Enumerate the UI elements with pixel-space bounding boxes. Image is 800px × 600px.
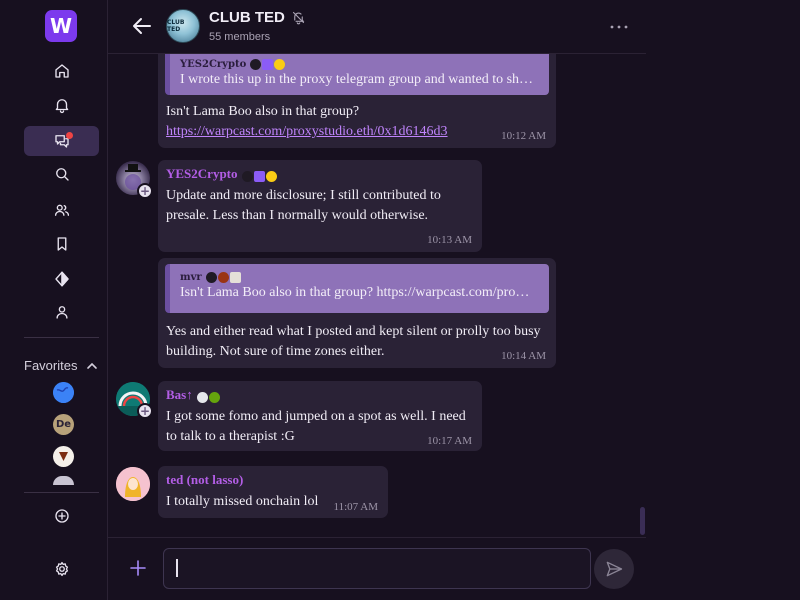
- left-sidebar: W Favorites De: [0, 0, 108, 600]
- message-time: 10:13 AM: [427, 234, 472, 246]
- search-button[interactable]: [24, 159, 99, 189]
- quoted-text: I wrote this up in the proxy telegram gr…: [180, 72, 534, 87]
- character-avatar-icon: [116, 467, 150, 501]
- message-text: Update and more disclosure; I still cont…: [166, 188, 441, 223]
- notifications-button[interactable]: [24, 90, 99, 120]
- message-time: 10:12 AM: [501, 130, 546, 142]
- message-bubble: YES2Crypto Update and more disclosure; I…: [158, 160, 482, 252]
- search-icon: [55, 168, 69, 181]
- group-avatar-text: CLUB TED: [167, 19, 185, 33]
- message-time: 10:14 AM: [501, 350, 546, 362]
- quoted-author: mvr: [180, 272, 541, 283]
- message-bubble: mvr Isn't Lama Boo also in that group? h…: [158, 258, 556, 368]
- message-author[interactable]: Bas↑: [166, 387, 221, 404]
- message-time: 11:07 AM: [333, 501, 378, 513]
- shield-logo-icon: [59, 452, 68, 461]
- empty-panel: [646, 0, 800, 600]
- rail-divider-2: [24, 492, 99, 493]
- back-arrow-icon[interactable]: [130, 14, 154, 38]
- user-avatar[interactable]: [116, 467, 150, 501]
- settings-button[interactable]: [24, 554, 99, 584]
- bookmarks-button[interactable]: [24, 229, 99, 259]
- send-button[interactable]: [594, 549, 634, 589]
- favorite-channel-2[interactable]: De: [53, 414, 74, 435]
- home-icon: [54, 64, 69, 78]
- member-count[interactable]: 55 members: [209, 31, 270, 43]
- explore-button[interactable]: [24, 264, 99, 294]
- quoted-author: YES2Crypto: [180, 59, 541, 70]
- message-link[interactable]: https://warpcast.com/proxystudio.eth/0x1…: [166, 124, 448, 139]
- users-icon: [54, 204, 69, 216]
- badge-emojis: [250, 59, 286, 70]
- quoted-message[interactable]: mvr Isn't Lama Boo also in that group? h…: [165, 264, 549, 313]
- favorite-channel-1[interactable]: [53, 382, 74, 403]
- profile-button[interactable]: [24, 297, 99, 327]
- follow-plus-badge[interactable]: +: [137, 183, 153, 199]
- message-text: I totally missed onchain lol: [166, 494, 319, 509]
- group-avatar[interactable]: CLUB TED: [166, 9, 200, 43]
- badge-emojis: [196, 388, 221, 404]
- quoted-message[interactable]: YES2Crypto I wrote this up in the proxy …: [165, 54, 549, 95]
- message-bubble: ted (not lasso) I totally missed onchain…: [158, 466, 388, 518]
- message-composer: [108, 537, 646, 600]
- quoted-text: Isn't Lama Boo also in that group? https…: [180, 285, 530, 300]
- favorites-label: Favorites: [24, 358, 78, 373]
- chevron-up-icon[interactable]: [86, 361, 98, 371]
- favorite-channel-4[interactable]: [53, 476, 74, 485]
- plus-circle-icon: [54, 509, 69, 523]
- badge-emojis: [205, 272, 242, 283]
- message-bubble: YES2Crypto I wrote this up in the proxy …: [158, 54, 556, 148]
- channels-button[interactable]: [24, 195, 99, 225]
- add-favorite-button[interactable]: [24, 501, 99, 531]
- gear-icon: [55, 561, 68, 577]
- text-caret: [176, 559, 178, 577]
- plus-icon[interactable]: [128, 558, 148, 578]
- diamond-icon: [54, 271, 69, 287]
- bookmark-icon: [57, 237, 66, 251]
- follow-plus-badge[interactable]: +: [137, 403, 153, 419]
- app-logo[interactable]: W: [45, 10, 77, 42]
- user-icon: [55, 306, 68, 319]
- badge-emojis: [241, 167, 278, 183]
- send-icon: [606, 561, 623, 577]
- notification-badge: [66, 132, 73, 139]
- message-author[interactable]: ted (not lasso): [166, 472, 243, 488]
- conversation-header: CLUB TED CLUB TED 55 members: [108, 0, 646, 54]
- home-button[interactable]: [24, 56, 99, 86]
- group-title: CLUB TED: [209, 9, 285, 26]
- more-options-icon[interactable]: [608, 17, 630, 37]
- bell-icon: [55, 99, 68, 114]
- message-list[interactable]: YES2Crypto I wrote this up in the proxy …: [108, 54, 646, 536]
- globe-icon: [53, 382, 74, 403]
- rail-divider: [24, 337, 99, 338]
- message-author[interactable]: YES2Crypto: [166, 166, 278, 183]
- message-text: Yes and either read what I posted and ke…: [166, 324, 541, 359]
- message-time: 10:17 AM: [427, 435, 472, 447]
- direct-casts-button[interactable]: [24, 126, 99, 156]
- favorite-channel-3[interactable]: [53, 446, 74, 467]
- message-input[interactable]: [163, 548, 591, 589]
- message-text: Isn't Lama Boo also in that group? https…: [166, 104, 448, 139]
- bell-off-icon[interactable]: [291, 10, 306, 25]
- message-scrollbar[interactable]: [640, 507, 645, 535]
- message-bubble: Bas↑ I got some fomo and jumped on a spo…: [158, 381, 482, 451]
